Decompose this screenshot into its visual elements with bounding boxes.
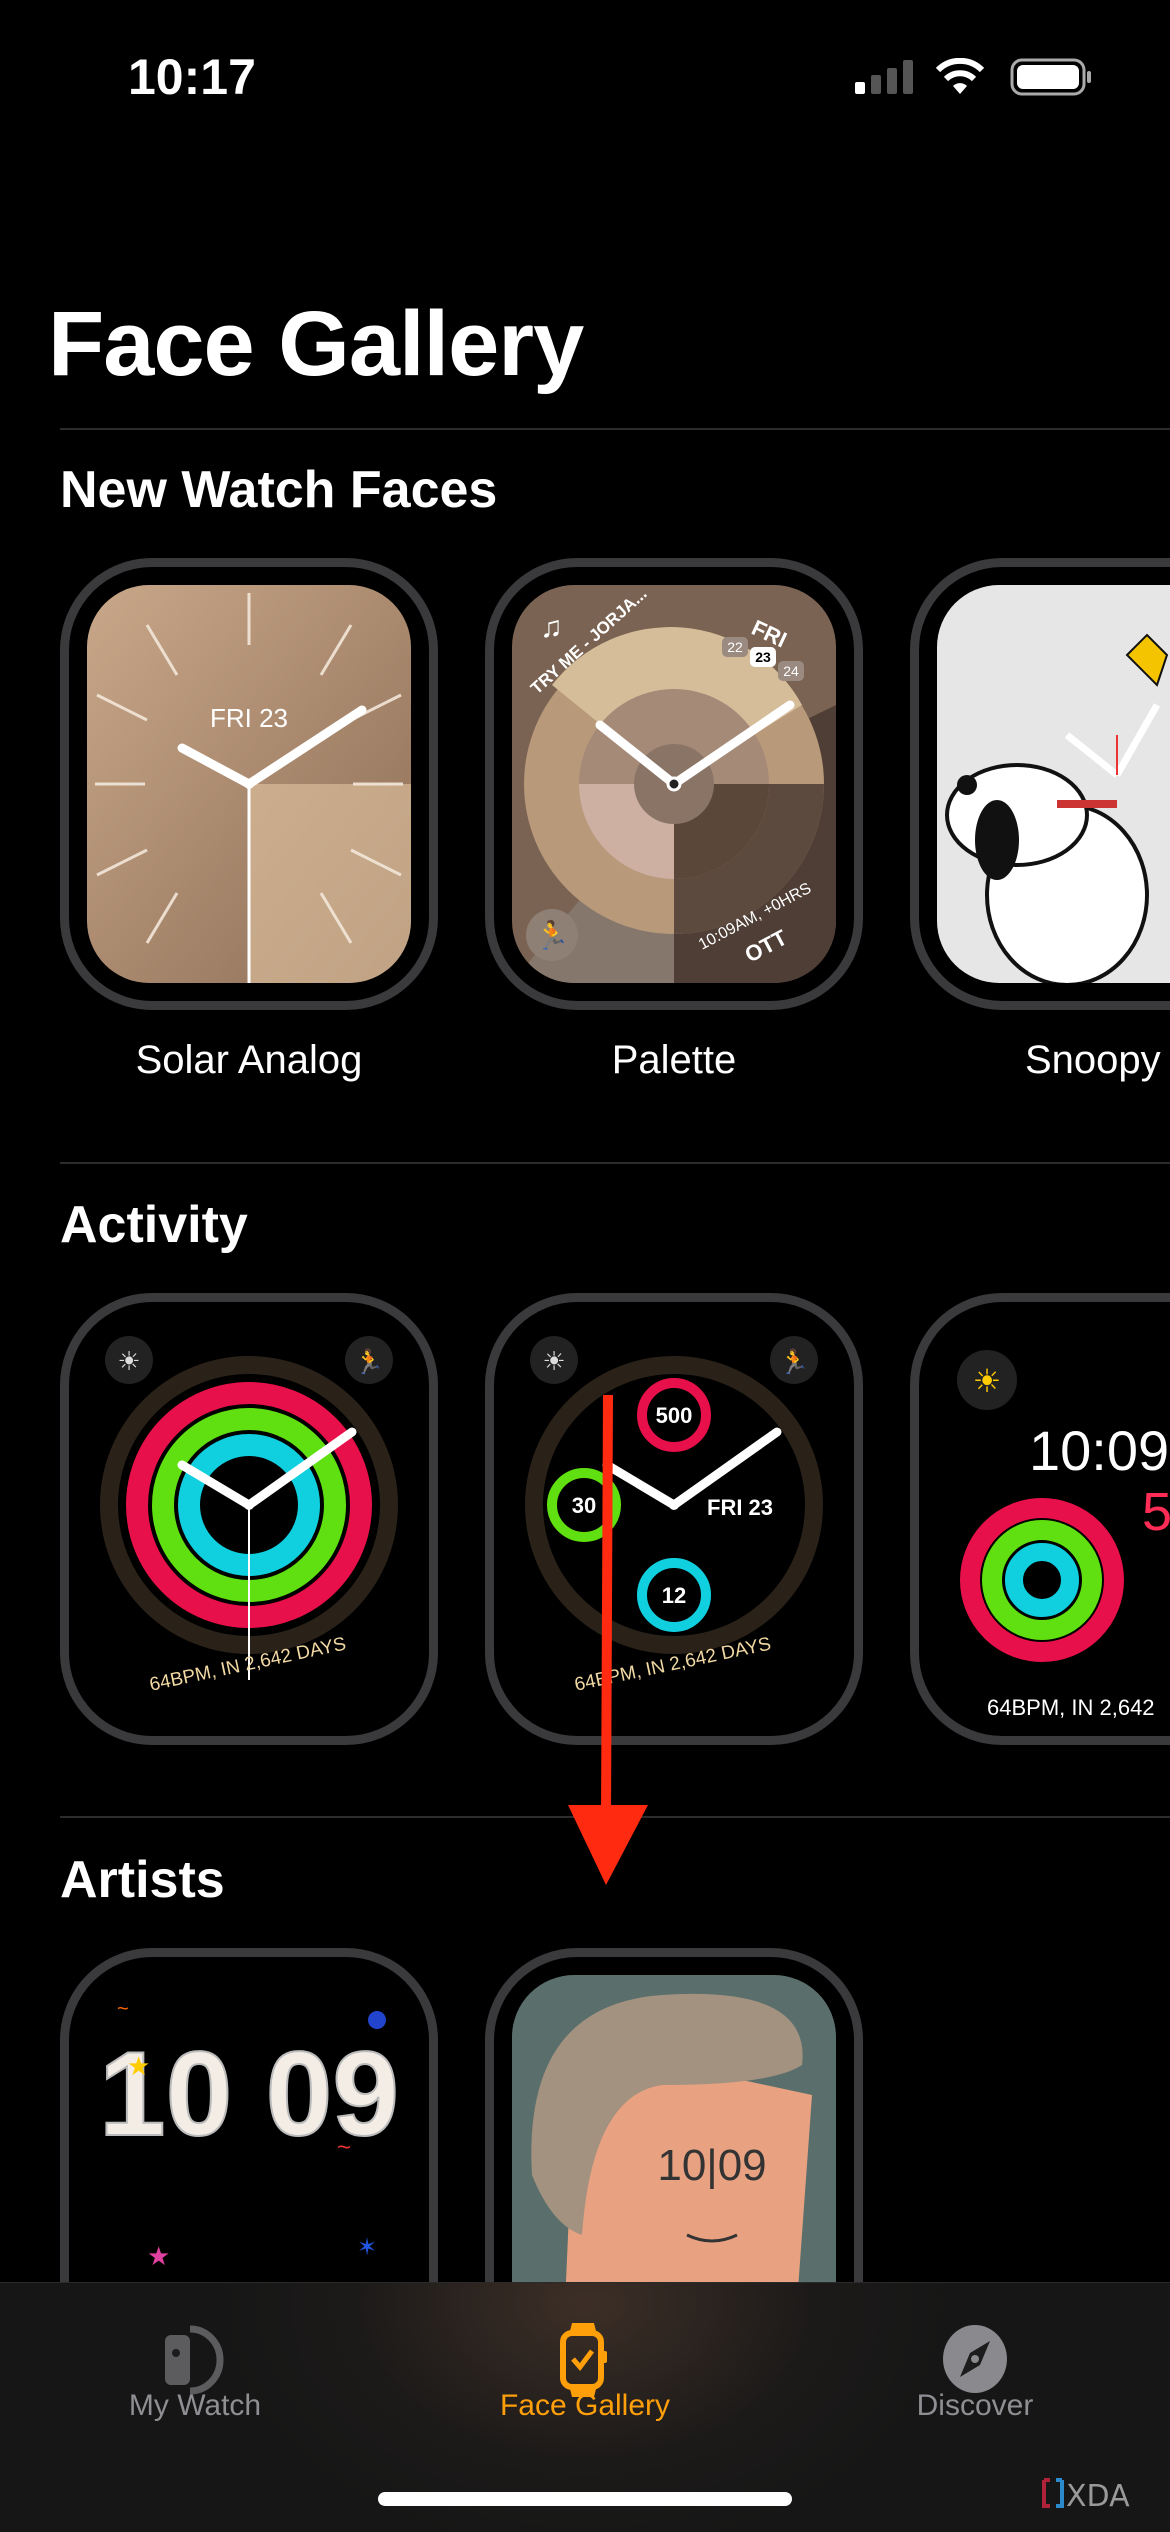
compass-icon xyxy=(943,2325,1007,2393)
watch-face-activity-digital[interactable]: ☀ 10:09 5 64BPM, IN 2,642 xyxy=(910,1293,1170,1745)
move-value: 500 xyxy=(656,1403,693,1428)
watch-face-solar-analog[interactable]: FRI 23 xyxy=(60,558,438,1010)
tab-label: My Watch xyxy=(128,2389,262,2422)
section-title: Activity xyxy=(60,1196,248,1254)
artist-time: 10 09 xyxy=(99,2027,399,2161)
tab-label: Discover xyxy=(916,2389,1034,2422)
cellular-signal-icon xyxy=(855,60,915,99)
tab-discover[interactable]: Discover xyxy=(780,2283,1170,2463)
divider xyxy=(60,1162,1170,1164)
running-figure-icon: 🏃 xyxy=(779,1348,809,1376)
music-note-icon: ♫ xyxy=(540,611,563,644)
watch-face-activity-digital-analog[interactable]: 500 30 12 FRI 23 ☀ 🏃 64BPM, IN 2,642 DAY… xyxy=(485,1293,863,1745)
watch-face-palette[interactable]: ♫ TRY ME - JORJA... FRI 22 23 24 🏃 10:09… xyxy=(485,558,863,1010)
date-prev: 22 xyxy=(727,639,743,655)
svg-text:~: ~ xyxy=(117,1998,129,2020)
running-figure-icon: 🏃 xyxy=(535,919,570,951)
svg-text:★: ★ xyxy=(127,2051,150,2081)
face-date: FRI 23 xyxy=(210,703,288,733)
digital-time: 10:09 xyxy=(1029,1419,1169,1482)
sun-icon: ☀ xyxy=(542,1346,565,1376)
xda-watermark: XDA xyxy=(1040,2476,1160,2521)
running-figure-icon: 🏃 xyxy=(354,1348,384,1376)
wifi-icon xyxy=(935,57,985,101)
svg-text:★: ★ xyxy=(147,2241,170,2271)
date-next: 24 xyxy=(783,663,799,679)
face-date: FRI 23 xyxy=(707,1495,773,1520)
svg-text:XDA: XDA xyxy=(1066,2479,1130,2514)
face-label: Palette xyxy=(611,1038,737,1082)
status-time: 10:17 xyxy=(128,49,256,105)
section-title: Artists xyxy=(60,1851,225,1909)
tab-my-watch[interactable]: My Watch xyxy=(0,2283,390,2463)
tab-face-gallery[interactable]: Face Gallery xyxy=(390,2283,780,2463)
artist-time: 10|09 xyxy=(657,2141,766,2190)
face-label: Solar Analog xyxy=(135,1038,363,1082)
tab-label: Face Gallery xyxy=(499,2389,671,2422)
svg-text:✶: ✶ xyxy=(357,2234,377,2261)
divider xyxy=(60,428,1170,430)
heart-rate-complication: 64BPM, IN 2,642 xyxy=(987,1695,1155,1718)
date-current: 23 xyxy=(755,649,771,665)
home-indicator[interactable] xyxy=(378,2492,792,2506)
move-value: 5 xyxy=(1142,1482,1170,1542)
page-title: Face Gallery xyxy=(48,293,584,395)
stand-value: 12 xyxy=(662,1583,686,1608)
watch-side-icon xyxy=(165,2325,224,2395)
svg-text:~: ~ xyxy=(337,2134,351,2161)
sun-icon: ☀ xyxy=(973,1363,1002,1399)
watch-face-activity-analog[interactable]: ☀ 🏃 64BPM, IN 2,642 DAYS xyxy=(60,1293,438,1745)
section-title: New Watch Faces xyxy=(60,461,498,519)
battery-icon xyxy=(1010,58,1094,101)
watch-face-snoopy[interactable] xyxy=(910,558,1170,1010)
sun-icon: ☀ xyxy=(117,1346,140,1376)
annotation-arrow xyxy=(568,1395,648,1885)
face-label: Snoopy xyxy=(1025,1038,1161,1082)
watch-check-icon xyxy=(560,2323,607,2397)
